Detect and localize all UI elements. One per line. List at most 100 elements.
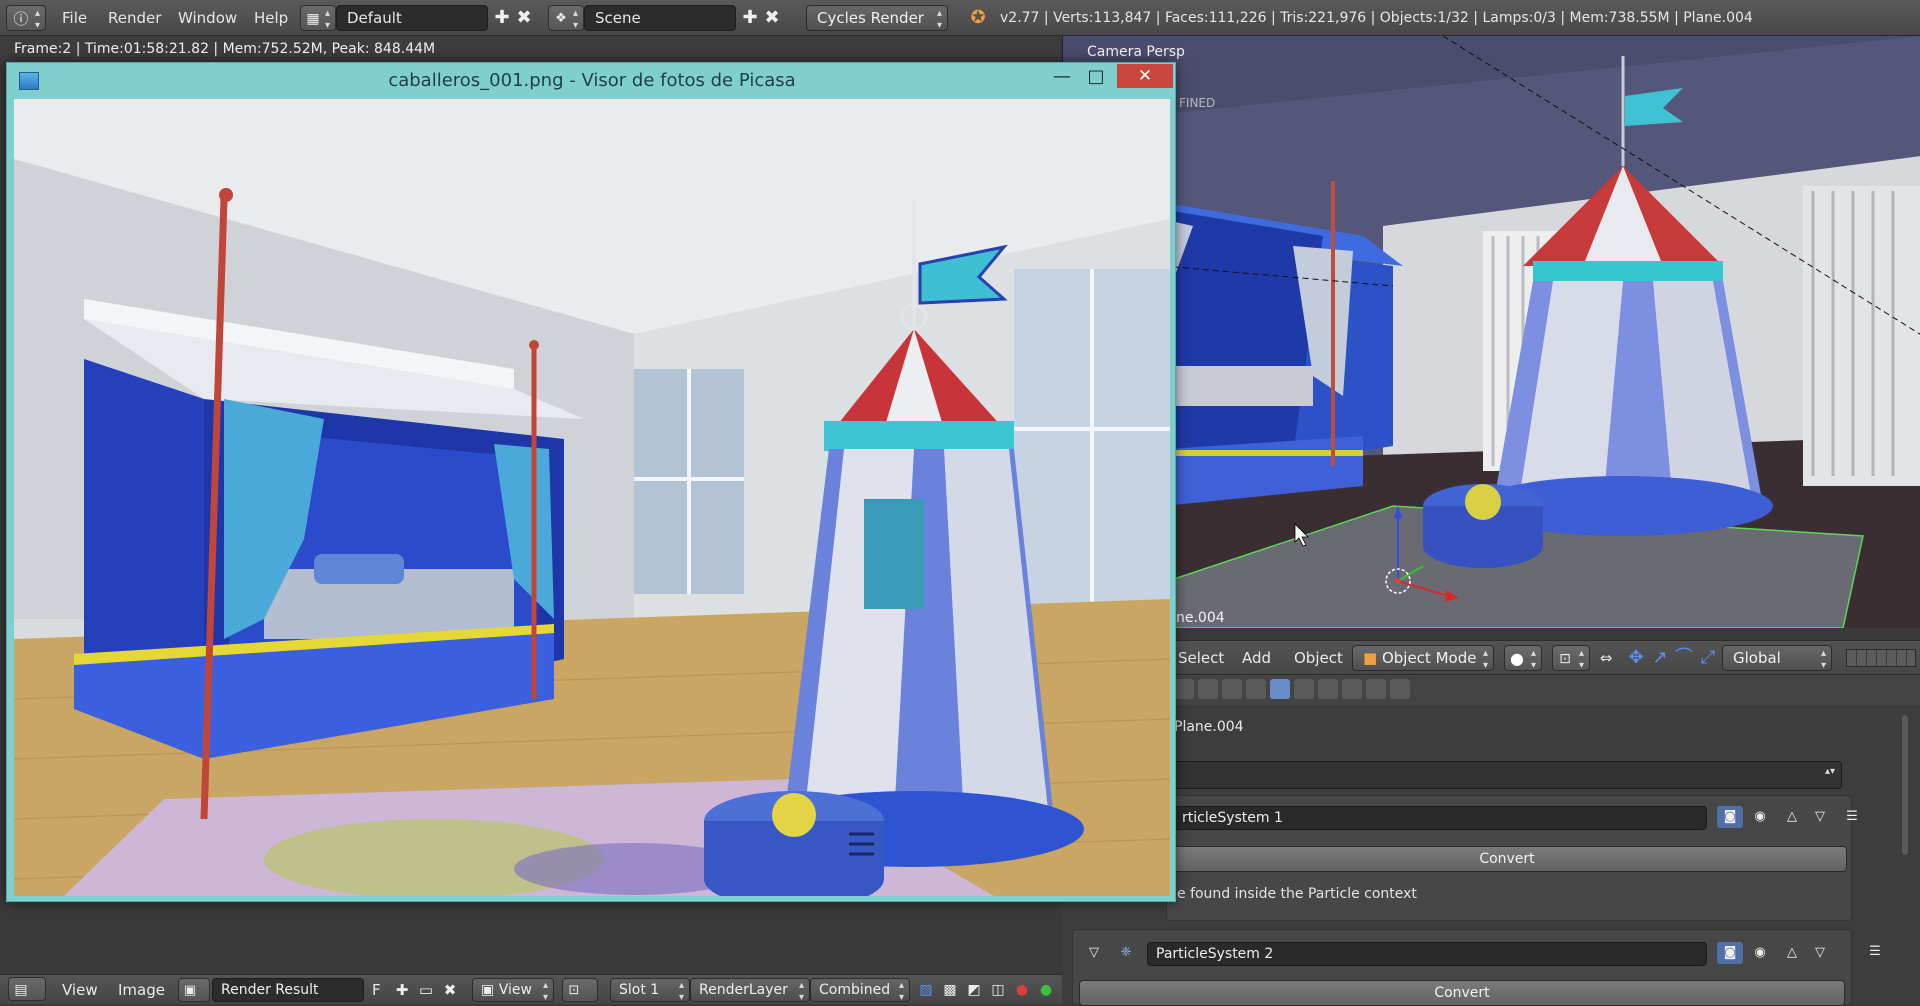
- image-editor-icon: ▤: [14, 982, 28, 998]
- particle-system-1-panel: rticleSystem 1 ◙ ◉ △ ▽ ☰ Convert e found…: [1166, 795, 1858, 921]
- tab-object-icon[interactable]: [1198, 679, 1218, 699]
- viewport-view-label: Camera Persp: [1087, 44, 1185, 60]
- particle-system-1-name[interactable]: rticleSystem 1: [1173, 806, 1707, 830]
- tab-render-icon[interactable]: [1390, 679, 1410, 699]
- scene-browse[interactable]: ❖ ▴ ▾: [548, 5, 584, 31]
- layout-grid-icon: ▦: [306, 11, 320, 27]
- tab-physics-icon[interactable]: [1294, 679, 1314, 699]
- transform-orientation-select[interactable]: Global ▴ ▾: [1722, 645, 1832, 671]
- menu-window[interactable]: Window: [178, 7, 237, 29]
- tab-scene-icon[interactable]: [1366, 679, 1386, 699]
- render-layer-select[interactable]: RenderLayer ▴ ▾: [690, 978, 810, 1003]
- menu-render[interactable]: Render: [108, 7, 161, 29]
- image-browse-icon: ▣: [183, 983, 197, 998]
- picasa-photo-viewer-window[interactable]: caballeros_001.png - Visor de fotos de P…: [6, 62, 1176, 902]
- viewport-menu-object[interactable]: Object: [1294, 647, 1343, 669]
- particle-system-icon: ❈: [1120, 945, 1132, 960]
- screen-layout-field[interactable]: Default: [336, 5, 488, 31]
- convert-button-1[interactable]: Convert: [1167, 846, 1847, 872]
- interaction-mode-select[interactable]: ■ Object Mode ▴ ▾: [1352, 645, 1494, 671]
- view-mode-select[interactable]: ▣ View ▴ ▾: [472, 978, 554, 1003]
- properties-editor: Plane.004 ▴▾ rticleSystem 1 ◙ ◉ △ ▽ ☰ Co…: [1062, 674, 1920, 1006]
- solid-shading-icon: ●: [1510, 649, 1524, 668]
- close-button[interactable]: ✕: [1117, 64, 1173, 88]
- pivot-point-select[interactable]: ⊡ ▴ ▾: [1552, 645, 1590, 671]
- properties-scrollbar[interactable]: [1902, 715, 1908, 855]
- paint-mask-icon[interactable]: ◫: [988, 977, 1008, 1003]
- viewport-visibility-eye-icon-2[interactable]: ◉: [1747, 942, 1773, 964]
- image-menu-image[interactable]: Image: [118, 979, 165, 1001]
- render-pass-select[interactable]: Combined ▴ ▾: [810, 978, 910, 1003]
- maximize-button[interactable]: □: [1081, 65, 1111, 89]
- translate-manipulator-icon[interactable]: ✥: [1624, 645, 1648, 671]
- tab-material-icon[interactable]: [1318, 679, 1338, 699]
- properties-context-tabs: [1062, 675, 1920, 705]
- move-up-icon[interactable]: △: [1779, 806, 1805, 828]
- panel-collapse-chevron-icon[interactable]: ▽: [1081, 942, 1107, 964]
- picasa-window-title: caballeros_001.png - Visor de fotos de P…: [388, 70, 796, 91]
- transform-extra-icon[interactable]: ⤢: [1696, 645, 1720, 671]
- tab-particles-icon[interactable]: [1270, 679, 1290, 699]
- rendered-bedroom-photo: [14, 99, 1170, 896]
- menu-file[interactable]: File: [62, 7, 87, 29]
- particle-system-2-panel: ▽ ❈ ParticleSystem 2 ◙ ◉ △ ▽ Convert: [1072, 929, 1852, 1006]
- open-image-icon[interactable]: ▭: [416, 977, 436, 1003]
- image-editor-header: ▤ View Image ▣ Render Result F ✚ ▭ ✖ ▣ V…: [0, 974, 1062, 1004]
- draw-channels-icon[interactable]: ▧: [916, 977, 936, 1003]
- particle-system-2-name[interactable]: ParticleSystem 2: [1147, 942, 1707, 966]
- scene-field[interactable]: Scene: [584, 5, 736, 31]
- blender-top-header: ⓘ ▴ ▾ File Render Window Help ▦ ▴ ▾ Defaul…: [0, 0, 1920, 36]
- fake-user-toggle[interactable]: F: [372, 979, 381, 1001]
- remove-scene-icon[interactable]: ✖: [762, 5, 782, 31]
- render-toggle-camera-icon[interactable]: ◙: [1717, 806, 1743, 828]
- image-browse-button[interactable]: ▣: [178, 978, 210, 1002]
- status-green-icon[interactable]: ●: [1036, 977, 1056, 1003]
- viewport-overlay-text: FINED: [1179, 96, 1216, 110]
- move-down-icon-2[interactable]: ▽: [1807, 942, 1833, 964]
- viewport-menu-select[interactable]: Select: [1178, 647, 1224, 669]
- viewport-visibility-eye-icon[interactable]: ◉: [1747, 806, 1773, 828]
- move-up-icon-2[interactable]: △: [1779, 942, 1805, 964]
- new-image-icon[interactable]: ✚: [392, 977, 412, 1003]
- viewport-shading-select[interactable]: ● ▴ ▾: [1504, 645, 1542, 671]
- record-red-icon[interactable]: ●: [1012, 977, 1032, 1003]
- scale-manipulator-icon[interactable]: ⌒: [1672, 645, 1696, 671]
- tab-modifiers-icon[interactable]: [1246, 679, 1266, 699]
- object-mode-cube-icon: ■: [1363, 649, 1382, 667]
- add-screen-icon[interactable]: ✚: [492, 5, 512, 31]
- panel-options-icon[interactable]: ☰: [1839, 806, 1865, 828]
- screen-layout-browse[interactable]: ▦ ▴ ▾: [300, 5, 336, 31]
- rotate-manipulator-icon[interactable]: ↗: [1648, 645, 1672, 671]
- image-name-field[interactable]: Render Result: [212, 978, 364, 1002]
- add-scene-icon[interactable]: ✚: [740, 5, 760, 31]
- alpha-checker-icon[interactable]: ▩: [940, 977, 960, 1003]
- particle-systems-list[interactable]: ▴▾: [1166, 761, 1842, 789]
- pivot-select-2[interactable]: ⊡: [562, 978, 598, 1002]
- render-slot-select[interactable]: Slot 1 ▴ ▾: [610, 978, 690, 1003]
- editor-type-image-button[interactable]: ▤: [8, 977, 46, 1001]
- render-engine-select[interactable]: Cycles Render ▴ ▾: [806, 5, 948, 31]
- layer-buttons[interactable]: [1846, 649, 1916, 667]
- tab-constraints-icon[interactable]: [1222, 679, 1242, 699]
- image-menu-view[interactable]: View: [62, 979, 98, 1001]
- menu-help[interactable]: Help: [254, 7, 288, 29]
- viewport-menu-add[interactable]: Add: [1242, 647, 1271, 669]
- scene-icon: ❖: [555, 11, 567, 26]
- particle-context-note: e found inside the Particle context: [1177, 886, 1417, 902]
- minimize-button[interactable]: —: [1047, 65, 1077, 89]
- pivot-icon-2: ⊡: [568, 983, 580, 998]
- manipulator-toggle-icon[interactable]: ⇔: [1594, 645, 1618, 671]
- info-icon: ⓘ: [13, 10, 29, 28]
- view-icon: ▣: [481, 982, 499, 998]
- tab-world-icon[interactable]: [1174, 679, 1194, 699]
- render-toggle-camera-icon-2[interactable]: ◙: [1717, 942, 1743, 964]
- panel-options-icon-2[interactable]: ☰: [1862, 941, 1888, 963]
- move-down-icon[interactable]: ▽: [1807, 806, 1833, 828]
- tab-texture-icon[interactable]: [1342, 679, 1362, 699]
- z-buffer-icon[interactable]: ◩: [964, 977, 984, 1003]
- editor-type-info-button[interactable]: ⓘ ▴ ▾: [6, 5, 46, 31]
- unlink-image-icon[interactable]: ✖: [440, 977, 460, 1003]
- remove-screen-icon[interactable]: ✖: [514, 5, 534, 31]
- 3d-viewport[interactable]: Camera Persp FINED ne.004: [1062, 36, 1920, 628]
- convert-button-2[interactable]: Convert: [1079, 980, 1845, 1006]
